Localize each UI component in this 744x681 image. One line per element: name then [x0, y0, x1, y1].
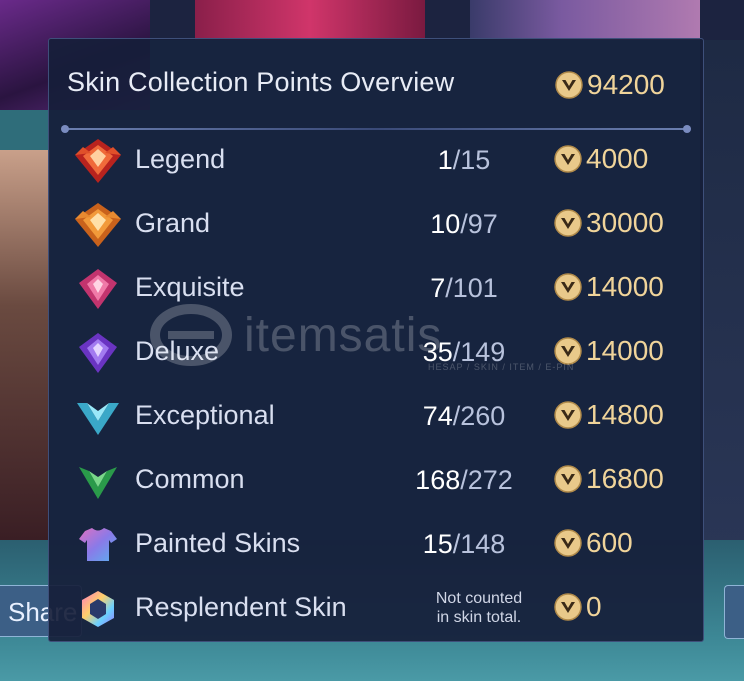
painted-shirt-icon [79, 528, 117, 561]
tier-row-exquisite: Exquisite 7/101 14000 [49, 261, 705, 317]
tier-row-legend: Legend 1/15 4000 [49, 133, 705, 189]
total-points: 94200 [555, 69, 665, 101]
tier-row-exceptional: Exceptional 74/260 14800 [49, 389, 705, 445]
note-line: Not counted [435, 590, 523, 607]
tier-count: 168/272 [415, 465, 513, 495]
points-coin-icon [554, 465, 582, 493]
tier-name: Exquisite [135, 272, 245, 302]
tier-row-grand: Grand 10/97 30000 [49, 197, 705, 253]
points-coin-icon [554, 337, 582, 365]
panel-title: Skin Collection Points Overview [67, 67, 455, 97]
total-count: 149 [460, 337, 506, 367]
title-divider [61, 125, 691, 133]
exquisite-tier-icon [79, 269, 117, 309]
tier-points: 14800 [554, 399, 664, 431]
points-coin-icon [554, 273, 582, 301]
tier-points: 30000 [554, 207, 664, 239]
side-button[interactable] [724, 585, 744, 639]
tier-name: Grand [135, 208, 211, 238]
points-value: 600 [586, 527, 633, 558]
tier-count: 7/101 [430, 273, 498, 303]
total-count: 15 [460, 145, 491, 175]
tier-row-painted-skins: Painted Skins 15/148 600 [49, 517, 705, 573]
tier-points: 0 [554, 591, 602, 623]
legend-tier-icon [75, 139, 121, 183]
tier-name: Deluxe [135, 336, 220, 366]
tier-count: 15/148 [422, 529, 506, 559]
resplendent-gem-icon [82, 591, 114, 627]
tier-row-deluxe: Deluxe 35/149 14000 [49, 325, 705, 381]
tier-count: 10/97 [430, 209, 498, 239]
skin-card-art [0, 150, 50, 540]
exceptional-tier-icon [77, 403, 119, 435]
tier-name: Common [135, 464, 245, 494]
points-coin-icon [554, 593, 582, 621]
points-coin-icon [554, 401, 582, 429]
tier-points: 16800 [554, 463, 664, 495]
owned-count: 10 [430, 209, 461, 239]
owned-count: 168 [415, 465, 461, 495]
deluxe-tier-icon [79, 333, 117, 373]
owned-count: 7 [430, 273, 446, 303]
points-value: 16800 [586, 463, 664, 494]
points-coin-icon [555, 71, 583, 99]
tier-name: Resplendent Skin [135, 592, 347, 622]
points-value: 30000 [586, 207, 664, 238]
total-count: 272 [467, 465, 513, 495]
tier-count: 1/15 [437, 145, 491, 175]
tier-row-resplendent: Resplendent Skin Not counted in skin tot… [49, 581, 705, 637]
skin-card-art [195, 0, 425, 40]
points-value: 14000 [586, 335, 664, 366]
total-count: 101 [452, 273, 498, 303]
tier-name: Exceptional [135, 400, 275, 430]
tier-points: 600 [554, 527, 633, 559]
skin-card-art [470, 0, 700, 40]
tier-count: 74/260 [422, 401, 506, 431]
tier-points: 14000 [554, 271, 664, 303]
points-coin-icon [554, 209, 582, 237]
owned-count: 1 [437, 145, 453, 175]
owned-count: 15 [422, 529, 453, 559]
total-count: 260 [460, 401, 506, 431]
common-tier-icon [79, 467, 117, 499]
points-value: 4000 [586, 143, 649, 174]
points-value: 14000 [586, 271, 664, 302]
not-counted-note: Not counted in skin total. [409, 589, 549, 627]
total-count: 97 [467, 209, 498, 239]
tier-name: Legend [135, 144, 226, 174]
skin-points-panel: Skin Collection Points Overview 94200 Le… [48, 38, 704, 642]
points-value: 0 [586, 591, 602, 622]
points-value: 14800 [586, 399, 664, 430]
grand-tier-icon [75, 203, 121, 247]
tier-points: 4000 [554, 143, 648, 175]
tier-points: 14000 [554, 335, 664, 367]
tier-name: Painted Skins [135, 528, 301, 558]
points-coin-icon [554, 529, 582, 557]
total-points-value: 94200 [587, 69, 665, 100]
owned-count: 35 [422, 337, 453, 367]
skin-card-art [700, 40, 744, 560]
tier-row-common: Common 168/272 16800 [49, 453, 705, 509]
tier-count: 35/149 [422, 337, 506, 367]
points-coin-icon [554, 145, 582, 173]
total-count: 148 [460, 529, 506, 559]
owned-count: 74 [422, 401, 453, 431]
note-line: in skin total. [436, 609, 522, 626]
